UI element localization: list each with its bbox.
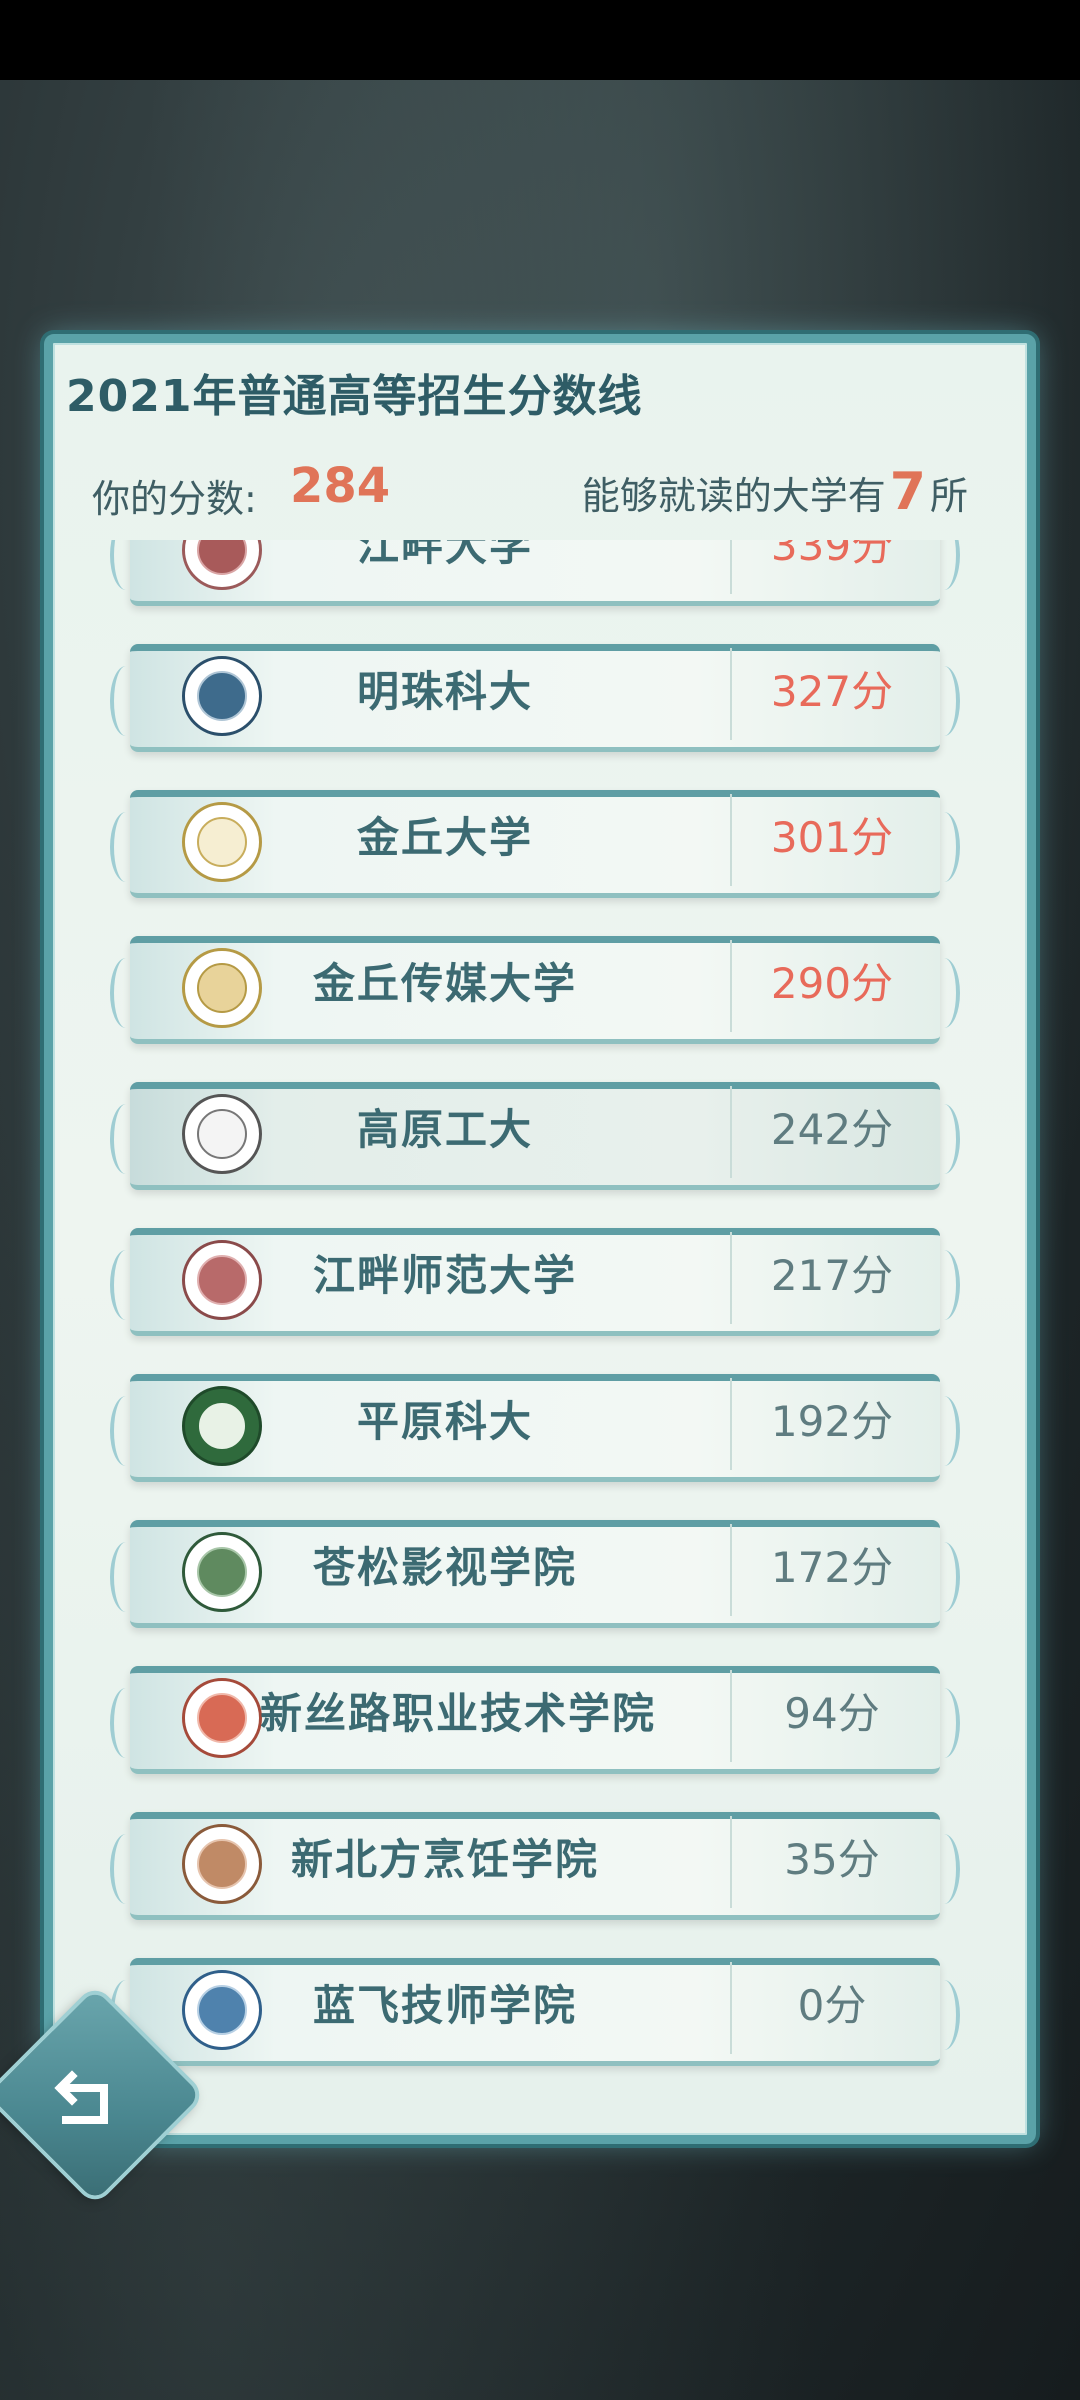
university-name: 江畔师范大学 (312, 1251, 577, 1300)
score-value: 284 (290, 458, 391, 514)
university-score: 172分 (770, 1543, 894, 1592)
university-row[interactable]: 平原科大 192分 (110, 1374, 960, 1482)
university-score: 339分 (770, 540, 894, 570)
university-list[interactable]: 江畔大学 339分 明珠科大 327分 金丘大学 301分 金丘传媒大学 290… (100, 540, 980, 2130)
university-row[interactable]: 新丝路职业技术学院 94分 (110, 1666, 960, 1774)
eligible-count-value: 7 (889, 462, 926, 522)
university-row[interactable]: 江畔师范大学 217分 (110, 1228, 960, 1336)
university-name: 平原科大 (356, 1397, 533, 1446)
university-row[interactable]: 苍松影视学院 172分 (110, 1520, 960, 1628)
bird-emblem-icon (182, 1240, 262, 1320)
eligible-count: 能够就读的大学有 7 所 (582, 462, 968, 522)
university-row[interactable]: 江畔大学 339分 (110, 540, 960, 606)
university-name: 金丘传媒大学 (312, 959, 577, 1008)
university-score: 0分 (797, 1981, 867, 2030)
university-name: 新北方烹饪学院 (290, 1835, 599, 1884)
university-score: 242分 (770, 1105, 894, 1154)
eligible-count-suffix: 所 (929, 474, 968, 518)
university-score: 301分 (770, 813, 894, 862)
university-score: 35分 (784, 1835, 880, 1884)
university-row[interactable]: 蓝飞技师学院 0分 (110, 1958, 960, 2066)
university-score: 94分 (784, 1689, 880, 1738)
page-title: 2021年普通高等招生分数线 (66, 371, 643, 422)
university-row[interactable]: 高原工大 242分 (110, 1082, 960, 1190)
university-name: 蓝飞技师学院 (312, 1981, 577, 2030)
pyramid-emblem-icon (182, 948, 262, 1028)
university-row[interactable]: 金丘传媒大学 290分 (110, 936, 960, 1044)
cooking-emblem-icon (182, 1824, 262, 1904)
green-seal-emblem-icon (182, 1386, 262, 1466)
university-row[interactable]: 新北方烹饪学院 35分 (110, 1812, 960, 1920)
feather-emblem-icon (182, 1970, 262, 2050)
pine-tree-emblem-icon (182, 1532, 262, 1612)
university-name: 新丝路职业技术学院 (260, 1689, 657, 1738)
bridge-emblem-icon (182, 1094, 262, 1174)
university-name: 苍松影视学院 (312, 1543, 577, 1592)
triangle-emblem-icon (182, 802, 262, 882)
university-name: 高原工大 (356, 1105, 533, 1154)
university-score: 192分 (770, 1397, 894, 1446)
university-name: 金丘大学 (356, 813, 533, 862)
university-score: 290分 (770, 959, 894, 1008)
university-row[interactable]: 明珠科大 327分 (110, 644, 960, 752)
score-label: 你的分数: (92, 477, 257, 521)
university-row[interactable]: 金丘大学 301分 (110, 790, 960, 898)
globe-emblem-icon (182, 1678, 262, 1758)
back-arrow-icon[interactable] (52, 2062, 122, 2132)
eligible-count-prefix: 能够就读的大学有 (581, 474, 886, 518)
university-name: 明珠科大 (356, 667, 533, 716)
status-bar (0, 0, 1080, 80)
university-score: 327分 (770, 667, 894, 716)
university-score: 217分 (770, 1251, 894, 1300)
university-name: 江畔大学 (356, 540, 533, 570)
tower-emblem-icon (182, 656, 262, 736)
